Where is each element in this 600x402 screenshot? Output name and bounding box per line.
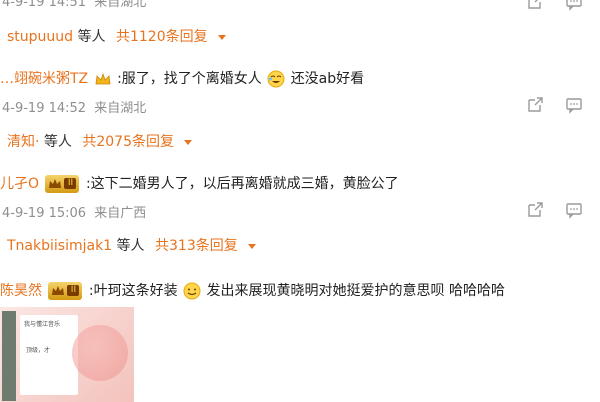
comment-image-thumbnail[interactable]: 我与懂江音乐 顶级，才 <box>0 307 134 402</box>
thumbnail-phone-strip <box>2 311 16 401</box>
comment-location: 来自广西 <box>94 206 147 221</box>
thumbnail-text: 我与懂江音乐 <box>24 321 61 328</box>
comment-icon[interactable] <box>565 0 583 11</box>
reply-summary[interactable]: stupuuud 等人 共1120条回复 <box>7 26 600 46</box>
reply-separator: 等人 <box>43 134 72 150</box>
comment-username[interactable]: 儿孑O <box>0 176 39 192</box>
comment-text: :叶珂这条好装 <box>88 283 178 299</box>
reply-count[interactable]: 共313条回复 <box>155 238 238 254</box>
comment-username[interactable]: 陈昊然 <box>0 283 42 299</box>
share-icon[interactable] <box>526 201 544 219</box>
comment-text-row: 陈昊然 II :叶珂这条好装 发出来展现黄晓明对她挺爱护的意思呗 哈哈哈哈 <box>0 280 600 300</box>
share-icon[interactable] <box>526 0 544 11</box>
comment-datetime: 4-9-19 15:06 <box>2 206 87 221</box>
comment-text: :这下二婚男人了，以后再离婚就成三婚，黄脸公了 <box>85 176 399 192</box>
reply-count[interactable]: 共2075条回复 <box>82 134 174 150</box>
reply-names[interactable]: stupuuud <box>7 29 73 45</box>
crown-icon <box>49 179 62 188</box>
comment-text-cont: 还没ab好看 <box>290 71 365 87</box>
comment-text-row: …翊碗米粥TZ :服了，找了个离婚女人 还没ab好看 <box>0 68 600 88</box>
comment-datetime: 4-9-19 14:51 <box>2 0 87 10</box>
reply-separator: 等人 <box>116 238 145 254</box>
reply-summary[interactable]: 清知· 等人 共2075条回复 <box>7 131 600 151</box>
comment-meta: 4-9-19 15:06 来自广西 <box>2 202 600 221</box>
comment-text-row: 儿孑O II :这下二婚男人了，以后再离婚就成三婚，黄脸公了 <box>0 173 600 193</box>
reply-names[interactable]: Tnakbiisimjak1 <box>7 238 112 254</box>
smile-emoji <box>183 282 201 300</box>
comment-icon[interactable] <box>565 201 583 219</box>
chevron-down-icon[interactable] <box>218 34 227 40</box>
vip-level: II <box>67 285 80 296</box>
crown-icon <box>94 70 112 88</box>
comment-text-cont: 发出来展现黄晓明对她挺爱护的意思呗 哈哈哈哈 <box>206 283 505 299</box>
chevron-down-icon[interactable] <box>248 243 257 249</box>
comment-meta-top: 4-9-19 14:51 来自湖北 <box>2 0 600 10</box>
crown-icon <box>52 286 65 295</box>
comment-datetime: 4-9-19 14:52 <box>2 101 87 116</box>
reply-separator: 等人 <box>77 29 106 45</box>
thumbnail-heart <box>72 325 128 381</box>
vip-level: II <box>64 178 77 189</box>
thumbnail-text: 顶级，才 <box>26 347 51 354</box>
vip-badge: II <box>48 282 83 300</box>
reply-names[interactable]: 清知· <box>7 134 39 150</box>
reply-count[interactable]: 共1120条回复 <box>116 29 208 45</box>
share-icon[interactable] <box>526 96 544 114</box>
comment-username[interactable]: …翊碗米粥TZ <box>0 71 88 87</box>
comment-meta: 4-9-19 14:52 来自湖北 <box>2 97 600 116</box>
comment-location: 来自湖北 <box>94 0 147 10</box>
comment-text: :服了，找了个离婚女人 <box>117 71 262 87</box>
chevron-down-icon[interactable] <box>184 139 193 145</box>
comment-icon[interactable] <box>565 96 583 114</box>
vip-badge: II <box>45 175 80 193</box>
laugh-cry-emoji <box>267 70 285 88</box>
comment-location: 来自湖北 <box>94 101 147 116</box>
reply-summary[interactable]: Tnakbiisimjak1 等人 共313条回复 <box>7 235 600 255</box>
